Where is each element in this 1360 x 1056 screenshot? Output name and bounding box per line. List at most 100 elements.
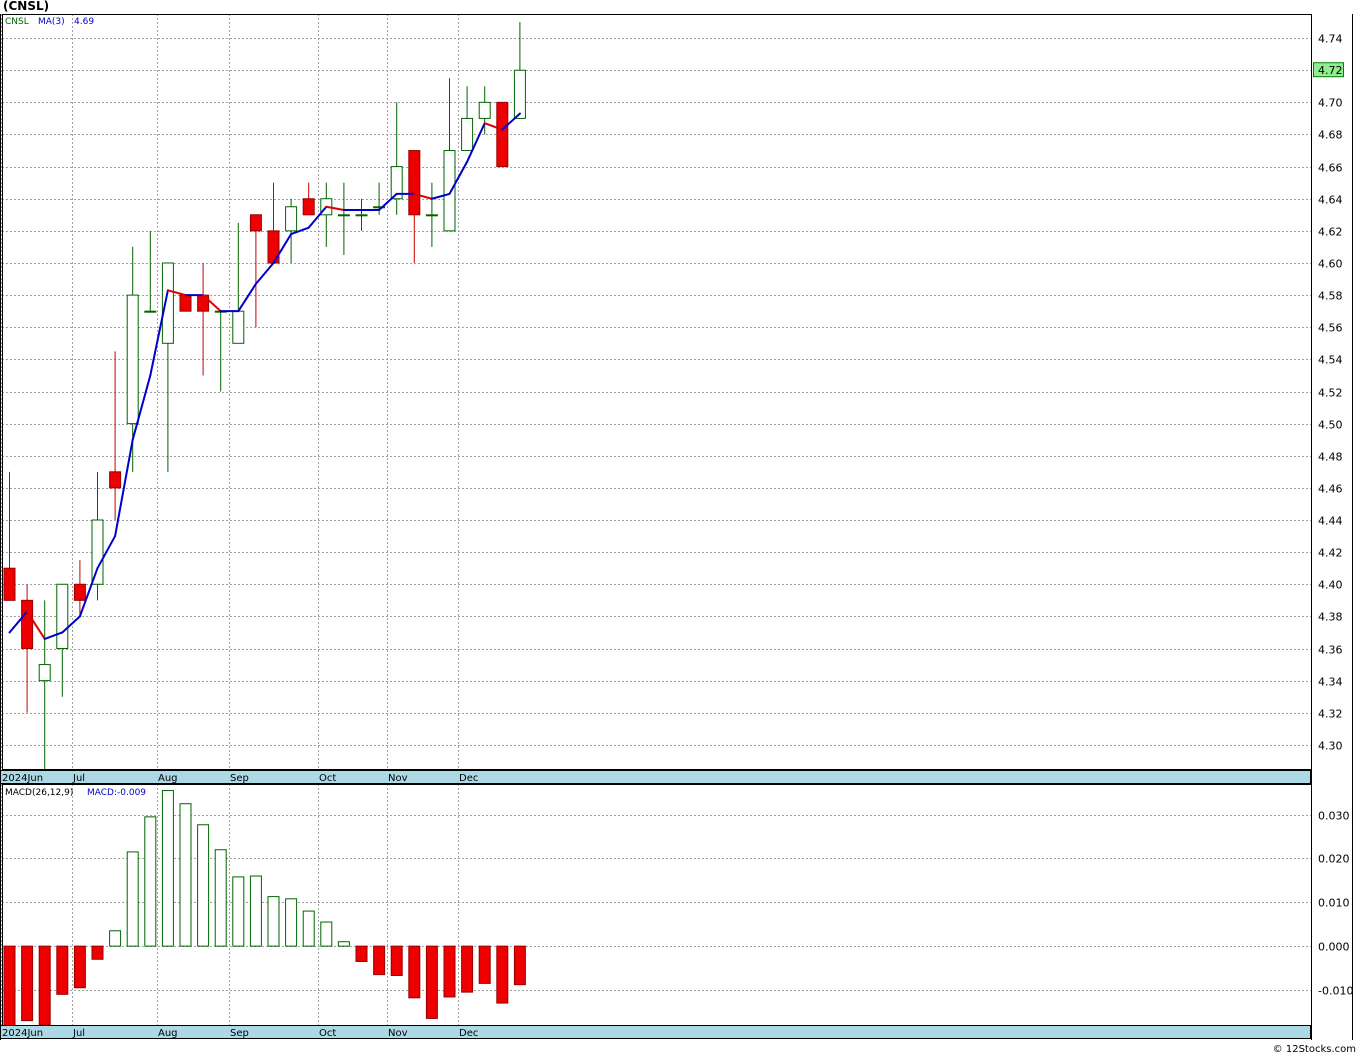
price-tick-label: 4.54	[1318, 354, 1343, 367]
candle-body	[144, 310, 157, 313]
stock-chart: 4.30 4.32 4.34 4.36 4.38 4.40 4.42 4.44 4.46 4.48…	[0, 14, 1353, 1040]
macd-bar	[232, 876, 245, 947]
price-tick-label: 4.66	[1318, 162, 1343, 175]
macd-tick-label: -0.010	[1318, 985, 1353, 998]
month-label: 2024Jun	[2, 1028, 43, 1039]
macd-bar	[408, 945, 421, 999]
month-label: Oct	[319, 773, 336, 784]
price-tick-label: 4.34	[1318, 676, 1343, 689]
price-tick-label: 4.32	[1318, 708, 1343, 721]
macd-bar	[73, 945, 86, 989]
macd-bar	[3, 945, 16, 1030]
price-tick-label: 4.44	[1318, 515, 1343, 528]
ma-segment	[237, 282, 257, 313]
candle-body	[109, 471, 122, 489]
month-label: Sep	[230, 1028, 249, 1039]
month-label: Nov	[388, 1028, 408, 1039]
candle-body	[408, 150, 421, 216]
month-label: Dec	[459, 773, 478, 784]
price-tick-label: 4.38	[1318, 611, 1343, 624]
candle-body	[179, 294, 192, 312]
price-tick-label: 4.40	[1318, 579, 1343, 592]
price-tick-label: 4.64	[1318, 194, 1343, 207]
candle-body	[513, 69, 526, 119]
month-label: 2024Jun	[2, 773, 43, 784]
macd-bar	[56, 945, 69, 995]
price-tick-label: 4.68	[1318, 129, 1343, 142]
candle-body	[461, 117, 474, 152]
macd-bar	[478, 945, 491, 984]
price-tick-label: 4.58	[1318, 290, 1343, 303]
price-candles	[3, 22, 526, 778]
month-label: Nov	[388, 773, 408, 784]
price-tick-label: 4.56	[1318, 322, 1343, 335]
macd-tick-label: 0.000	[1318, 941, 1350, 954]
candle-body	[425, 214, 438, 217]
macd-tick-label: 0.010	[1318, 897, 1350, 910]
candle-body	[232, 310, 245, 344]
price-tick-label: 4.74	[1318, 33, 1343, 46]
candle-body	[355, 214, 368, 217]
price-tick-label: 4.46	[1318, 483, 1343, 496]
macd-date-strip	[0, 1025, 1311, 1039]
month-label: Dec	[459, 1028, 478, 1039]
macd-bar	[285, 898, 298, 947]
candle-body	[302, 198, 315, 216]
legend-ma-label: MA(3)	[38, 17, 65, 27]
macd-bar	[249, 875, 262, 947]
candle-body	[496, 101, 509, 168]
macd-bar	[197, 824, 210, 947]
macd-bar	[179, 803, 192, 947]
ma-segment	[254, 261, 275, 285]
macd-bar	[390, 945, 403, 976]
price-date-strip	[0, 770, 1311, 784]
price-gridlines	[1, 14, 1311, 769]
macd-bar	[144, 816, 157, 947]
month-label: Aug	[158, 1028, 178, 1039]
macd-bar	[320, 921, 333, 947]
macd-bar	[126, 851, 139, 947]
price-tick-label: 4.70	[1318, 97, 1343, 110]
macd-bar	[161, 790, 174, 947]
candle-body	[443, 150, 456, 232]
candle-body	[337, 214, 350, 217]
moving-average-line	[8, 112, 521, 640]
macd-bar	[425, 945, 438, 1019]
legend-symbol: CNSL	[5, 17, 29, 27]
macd-bar	[461, 945, 474, 993]
candle-body	[249, 214, 262, 232]
candle-body	[161, 262, 174, 344]
macd-legend-value: MACD:-0.009	[87, 788, 146, 798]
month-label: Jul	[72, 773, 85, 784]
price-tick-label: 4.42	[1318, 547, 1343, 560]
month-label: Sep	[230, 773, 249, 784]
candle-body	[56, 583, 69, 650]
macd-tick-label: 0.030	[1318, 810, 1350, 823]
price-tick-label: 4.60	[1318, 258, 1343, 271]
candle-body	[3, 567, 16, 601]
macd-bar	[21, 945, 34, 1022]
copyright-footer: © 12Stocks.com	[1272, 1044, 1356, 1055]
macd-bar	[337, 941, 350, 947]
month-label: Jul	[72, 1028, 85, 1039]
price-tick-label: 4.52	[1318, 387, 1343, 400]
candle-body	[73, 583, 86, 601]
macd-bars	[3, 790, 526, 1030]
candle-body	[126, 294, 139, 425]
price-tick-label: 4.36	[1318, 644, 1343, 657]
macd-bar	[267, 896, 280, 947]
price-tick-label: 4.50	[1318, 419, 1343, 432]
macd-bar	[513, 945, 526, 986]
candle-body	[285, 206, 298, 232]
macd-bar	[443, 945, 456, 998]
macd-tick-label: 0.020	[1318, 853, 1350, 866]
candle-body	[38, 664, 51, 682]
macd-bar	[355, 945, 368, 962]
last-price-label: 4.72	[1318, 64, 1343, 77]
candle-body	[478, 101, 491, 119]
macd-bar	[302, 910, 315, 947]
macd-bar	[496, 945, 509, 1004]
price-tick-label: 4.30	[1318, 740, 1343, 753]
macd-bar	[214, 849, 227, 947]
candle-body	[21, 599, 34, 650]
